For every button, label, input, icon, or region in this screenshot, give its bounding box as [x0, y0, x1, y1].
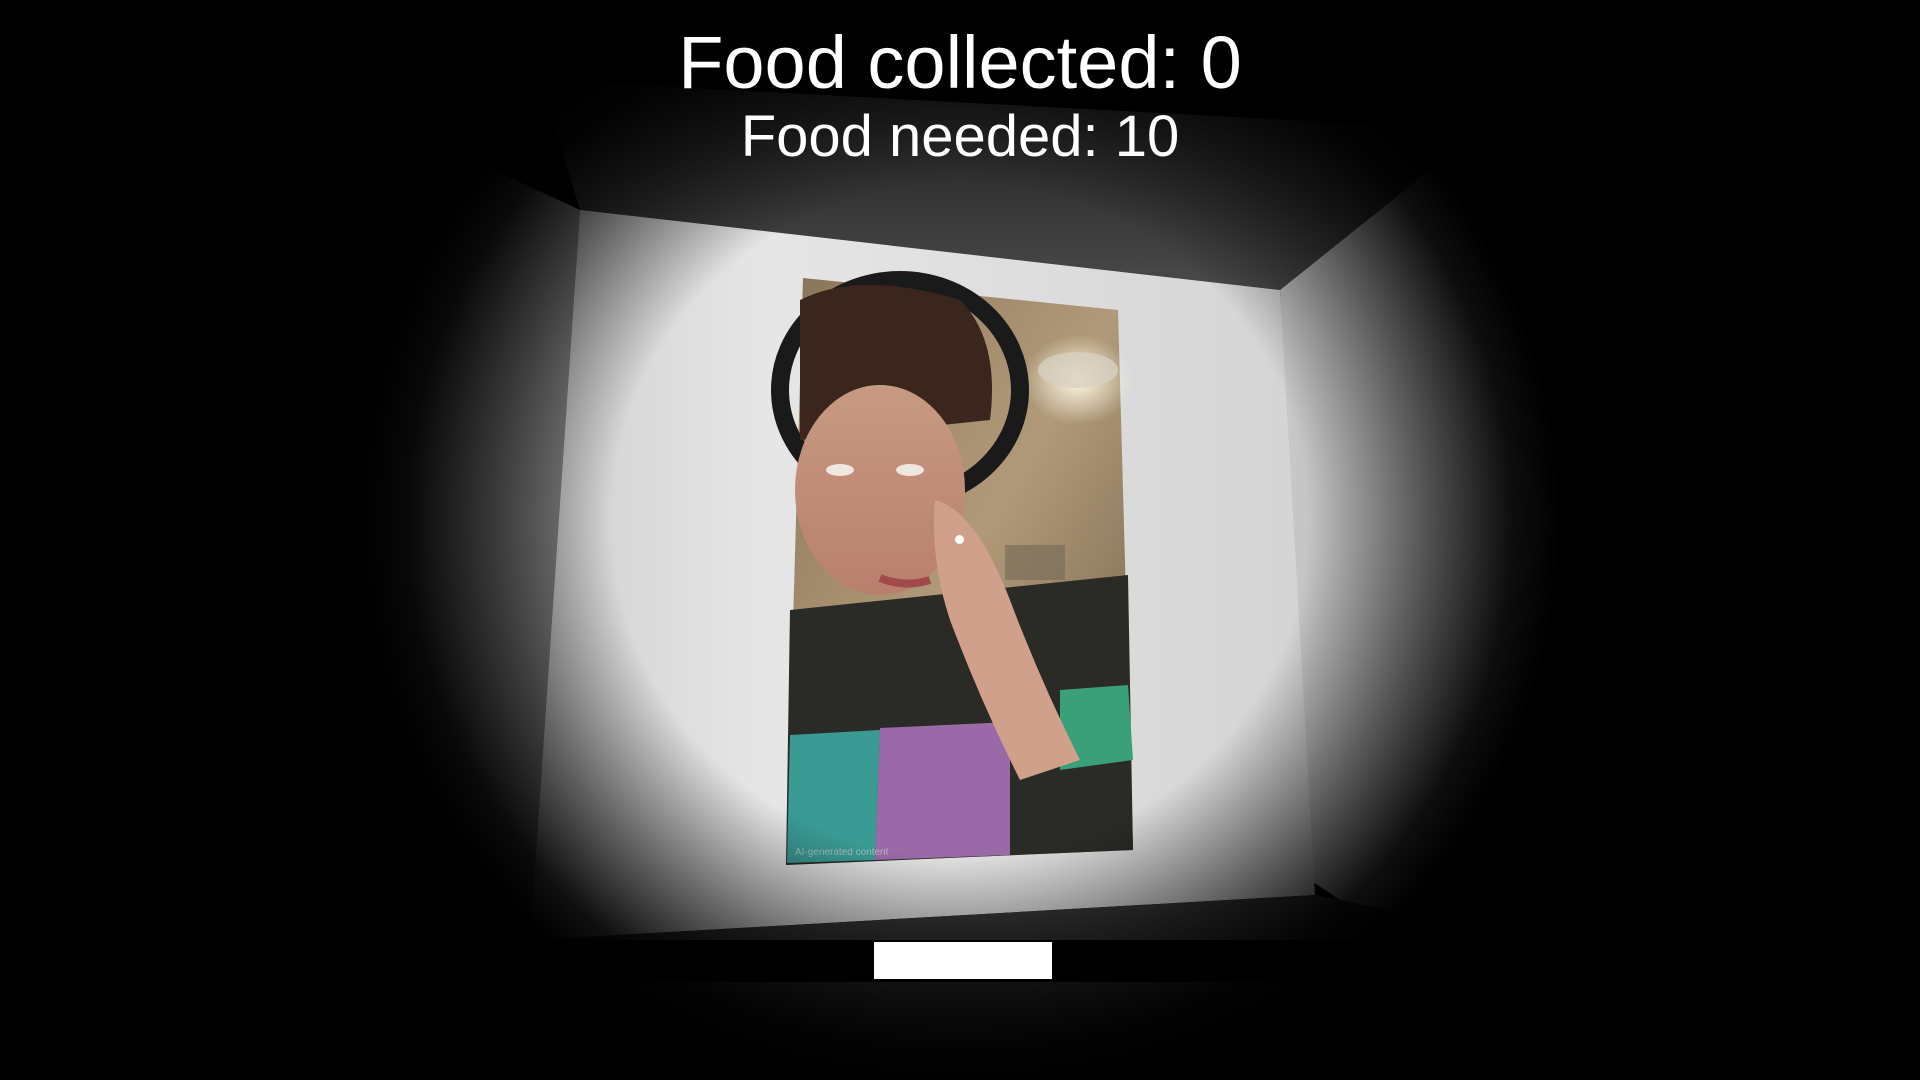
eye-left	[826, 464, 854, 476]
hotbar-selected-slot[interactable]	[874, 942, 1052, 979]
ceiling-fan	[1038, 352, 1118, 388]
shirt-print-teal	[787, 730, 880, 863]
right-wall	[1280, 130, 1620, 960]
shirt-print-purple	[875, 722, 1010, 860]
poster: AI-generated content	[771, 271, 1133, 865]
eye-right	[896, 464, 924, 476]
window-curtain	[1005, 545, 1065, 580]
hotbar	[0, 940, 1920, 982]
food-needed-counter: Food needed: 10	[740, 104, 1180, 169]
poster-caption: AI-generated content	[795, 847, 889, 858]
food-collected-counter: Food collected: 0	[678, 21, 1242, 104]
crosshair-icon	[955, 535, 964, 544]
game-viewport[interactable]: AI-generated content Food collected: 0 F…	[0, 0, 1920, 1080]
